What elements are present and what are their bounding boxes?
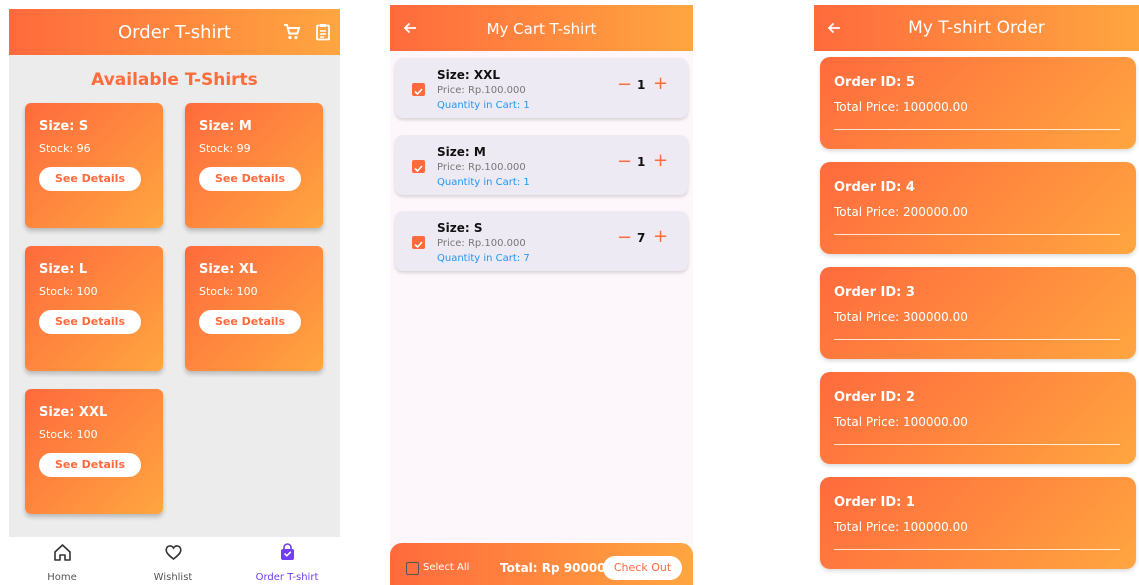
app-bar: Order T-shirt xyxy=(9,9,340,55)
order-id: Order ID: 4 xyxy=(834,180,915,195)
section-title: Available T-Shirts xyxy=(91,70,258,90)
tshirt-card: Size: XL Stock: 100 See Details xyxy=(185,246,323,371)
tshirt-card: Size: S Stock: 96 See Details xyxy=(25,103,163,228)
item-checkbox[interactable] xyxy=(412,160,425,173)
order-card[interactable]: Order ID: 5 Total Price: 100000.00 xyxy=(820,57,1136,149)
item-quantity-in-cart: Quantity in Cart: 1 xyxy=(437,100,530,111)
app-bar: My Cart T-shirt xyxy=(390,5,693,51)
order-total-price: Total Price: 100000.00 xyxy=(834,100,968,114)
card-stock: Stock: 100 xyxy=(199,285,258,298)
select-all-label: Select All xyxy=(423,562,470,573)
item-size: Size: XXL xyxy=(437,68,501,82)
divider xyxy=(834,129,1120,130)
card-size: Size: XL xyxy=(199,262,258,277)
order-card[interactable]: Order ID: 4 Total Price: 200000.00 xyxy=(820,162,1136,254)
item-price: Price: Rp.100.000 xyxy=(437,238,526,249)
card-stock: Stock: 100 xyxy=(39,428,98,441)
app-bar: My T-shirt Order xyxy=(814,5,1139,51)
nav-item-order-tshirt[interactable]: Order T-shirt xyxy=(241,537,333,585)
item-quantity-in-cart: Quantity in Cart: 1 xyxy=(437,177,530,188)
card-size: Size: L xyxy=(39,262,88,277)
shopping-bag-icon xyxy=(281,543,294,560)
item-quantity: 1 xyxy=(637,155,646,169)
checkout-bar: Select All Total: Rp 900000 Check Out xyxy=(390,543,693,585)
see-details-button[interactable]: See Details xyxy=(39,167,141,191)
order-tshirt-screen: Order T-shirt Available T-Shirts Size: S… xyxy=(9,9,340,585)
increase-button[interactable]: + xyxy=(653,226,668,247)
cart-item: Size: M Price: Rp.100.000 Quantity in Ca… xyxy=(395,135,688,195)
see-details-button[interactable]: See Details xyxy=(199,167,301,191)
order-id: Order ID: 2 xyxy=(834,390,915,405)
order-total-price: Total Price: 200000.00 xyxy=(834,205,968,219)
home-icon xyxy=(54,544,71,561)
order-card[interactable]: Order ID: 3 Total Price: 300000.00 xyxy=(820,267,1136,359)
order-card[interactable]: Order ID: 1 Total Price: 100000.00 xyxy=(820,477,1136,569)
cart-item: Size: S Price: Rp.100.000 Quantity in Ca… xyxy=(395,211,688,271)
item-size: Size: S xyxy=(437,221,483,235)
bottom-navigation: Home Wishlist Order T-shirt xyxy=(9,537,340,585)
nav-item-home[interactable]: Home xyxy=(29,537,95,585)
select-all-checkbox[interactable] xyxy=(406,562,419,575)
tshirt-card: Size: M Stock: 99 See Details xyxy=(185,103,323,228)
nav-label: Order T-shirt xyxy=(255,572,319,583)
item-price: Price: Rp.100.000 xyxy=(437,85,526,96)
see-details-button[interactable]: See Details xyxy=(39,453,141,477)
item-size: Size: M xyxy=(437,145,486,159)
page-title: My T-shirt Order xyxy=(908,18,1045,38)
order-id: Order ID: 1 xyxy=(834,495,915,510)
order-total-price: Total Price: 100000.00 xyxy=(834,520,968,534)
order-id: Order ID: 3 xyxy=(834,285,915,300)
nav-label: Wishlist xyxy=(153,572,193,583)
card-stock: Stock: 99 xyxy=(199,142,251,155)
cart-item: Size: XXL Price: Rp.100.000 Quantity in … xyxy=(395,58,688,118)
item-quantity: 1 xyxy=(637,78,646,92)
page-title: My Cart T-shirt xyxy=(486,20,597,38)
nav-item-wishlist[interactable]: Wishlist xyxy=(140,537,206,585)
increase-button[interactable]: + xyxy=(653,73,668,94)
item-quantity-in-cart: Quantity in Cart: 7 xyxy=(437,253,530,264)
check-icon xyxy=(414,241,423,249)
tshirt-card: Size: XXL Stock: 100 See Details xyxy=(25,389,163,514)
cart-total: Total: Rp 900000 xyxy=(500,561,614,575)
cart-icon[interactable] xyxy=(283,23,301,41)
item-quantity: 7 xyxy=(637,231,646,245)
decrease-button[interactable]: − xyxy=(617,151,632,172)
check-icon xyxy=(414,88,423,96)
item-checkbox[interactable] xyxy=(412,236,425,249)
order-total-price: Total Price: 300000.00 xyxy=(834,310,968,324)
card-size: Size: S xyxy=(39,119,89,134)
see-details-button[interactable]: See Details xyxy=(199,310,301,334)
check-icon xyxy=(414,165,423,173)
see-details-button[interactable]: See Details xyxy=(39,310,141,334)
divider xyxy=(834,339,1120,340)
order-card[interactable]: Order ID: 2 Total Price: 100000.00 xyxy=(820,372,1136,464)
clipboard-icon[interactable] xyxy=(314,23,332,41)
divider xyxy=(834,234,1120,235)
cart-screen: My Cart T-shirt Size: XXL Price: Rp.100.… xyxy=(390,5,693,585)
card-stock: Stock: 96 xyxy=(39,142,91,155)
nav-label: Home xyxy=(47,572,77,583)
item-checkbox[interactable] xyxy=(412,83,425,96)
tshirt-card: Size: L Stock: 100 See Details xyxy=(25,246,163,371)
order-id: Order ID: 5 xyxy=(834,75,915,90)
checkout-button[interactable]: Check Out xyxy=(603,556,682,580)
card-size: Size: XXL xyxy=(39,405,108,420)
divider xyxy=(834,444,1120,445)
divider xyxy=(834,549,1120,550)
card-size: Size: M xyxy=(199,119,252,134)
item-price: Price: Rp.100.000 xyxy=(437,162,526,173)
decrease-button[interactable]: − xyxy=(617,227,632,248)
decrease-button[interactable]: − xyxy=(617,74,632,95)
order-total-price: Total Price: 100000.00 xyxy=(834,415,968,429)
heart-icon xyxy=(165,545,182,561)
increase-button[interactable]: + xyxy=(653,150,668,171)
orders-screen: My T-shirt Order Order ID: 5 Total Price… xyxy=(814,5,1139,585)
card-stock: Stock: 100 xyxy=(39,285,98,298)
